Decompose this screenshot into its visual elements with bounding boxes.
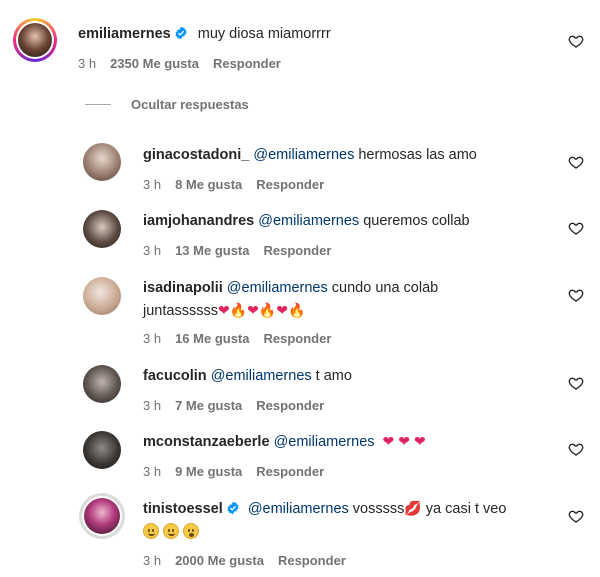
hide-replies-divider (85, 104, 111, 105)
reply-button[interactable]: Responder (213, 56, 281, 71)
avatar (84, 498, 120, 534)
reply-button[interactable]: Responder (256, 464, 324, 479)
kiss-lips-emoji: 💋 (404, 500, 422, 516)
heart-outline-icon[interactable] (568, 441, 584, 457)
fire-emoji: 🔥 (229, 302, 248, 318)
reply-time[interactable]: 3 h (143, 464, 161, 479)
comment-likes[interactable]: 2350 Me gusta (110, 56, 199, 71)
red-heart-emoji: ❤ (398, 433, 411, 449)
heart-outline-icon[interactable] (568, 220, 584, 236)
red-heart-emoji: ❤ (276, 302, 289, 318)
reply-mention[interactable]: @emiliamernes (258, 213, 359, 229)
reply-likes[interactable]: 8 Me gusta (175, 177, 242, 192)
red-heart-emoji: ❤ (414, 433, 426, 449)
avatar[interactable] (83, 365, 121, 403)
reply-button[interactable]: Responder (278, 553, 346, 568)
reply-text: vosssss (348, 501, 405, 517)
reply-time[interactable]: 3 h (143, 553, 161, 568)
reply-likes[interactable]: 16 Me gusta (175, 331, 249, 346)
reply-mention[interactable]: @emiliamernes (248, 501, 349, 517)
smiling-face-emoji (163, 523, 179, 539)
verified-badge-icon (227, 501, 239, 515)
story-ring[interactable] (13, 18, 57, 62)
reply-button[interactable]: Responder (256, 398, 324, 413)
reply-likes[interactable]: 2000 Me gusta (175, 553, 264, 568)
reply-text-continued: juntassssss (143, 303, 218, 319)
avatar[interactable] (83, 210, 121, 248)
reply-username[interactable]: tinistoessel (143, 501, 223, 517)
hide-replies-button[interactable]: Ocultar respuestas (131, 97, 249, 112)
surprised-face-emoji (183, 523, 199, 539)
reply-username[interactable]: iamjohanandres (143, 213, 254, 229)
red-heart-emoji: ❤ (217, 302, 230, 318)
story-ring[interactable] (79, 493, 125, 539)
avatar (18, 23, 52, 57)
heart-outline-icon[interactable] (568, 375, 584, 391)
comment-time[interactable]: 3 h (78, 56, 96, 71)
reply-button[interactable]: Responder (264, 243, 332, 258)
avatar[interactable] (83, 143, 121, 181)
heart-outline-icon[interactable] (568, 287, 584, 303)
reply-button[interactable]: Responder (256, 177, 324, 192)
reply-time[interactable]: 3 h (143, 331, 161, 346)
reply-text: t amo (311, 368, 352, 384)
reply-text-after: ya casi t veo (425, 501, 507, 517)
reply-time[interactable]: 3 h (143, 243, 161, 258)
reply-likes[interactable]: 9 Me gusta (175, 464, 242, 479)
reply-text: cundo una colab (327, 280, 439, 296)
red-heart-emoji: ❤ (382, 433, 395, 449)
reply-mention[interactable]: @emiliamernes (211, 368, 312, 384)
reply-username[interactable]: facucolin (143, 368, 207, 384)
avatar[interactable] (83, 431, 121, 469)
avatar[interactable] (83, 277, 121, 315)
heart-outline-icon[interactable] (568, 508, 584, 524)
reply-username[interactable]: ginacostadoni_ (143, 147, 249, 163)
reply-likes[interactable]: 7 Me gusta (175, 398, 242, 413)
smiling-face-emoji (143, 523, 159, 539)
red-heart-emoji: ❤ (247, 302, 259, 318)
reply-text: queremos collab (359, 213, 470, 229)
reply-mention[interactable]: @emiliamernes (227, 280, 328, 296)
reply-username[interactable]: isadinapolii (143, 280, 223, 296)
reply-mention[interactable]: @emiliamernes (253, 147, 354, 163)
heart-outline-icon[interactable] (568, 154, 584, 170)
reply-username[interactable]: mconstanzaeberle (143, 434, 270, 450)
reply-likes[interactable]: 13 Me gusta (175, 243, 249, 258)
fire-emoji: 🔥 (258, 302, 277, 318)
reply-mention[interactable]: @emiliamernes (274, 434, 375, 450)
fire-emoji: 🔥 (288, 302, 306, 318)
comment-username[interactable]: emiliamernes (78, 26, 171, 42)
verified-badge-icon (175, 26, 187, 40)
heart-outline-icon[interactable] (568, 33, 584, 49)
reply-button[interactable]: Responder (264, 331, 332, 346)
comment-text: muy diosa miamorrrr (197, 26, 331, 42)
reply-time[interactable]: 3 h (143, 177, 161, 192)
reply-time[interactable]: 3 h (143, 398, 161, 413)
reply-text: hermosas las amo (354, 147, 477, 163)
